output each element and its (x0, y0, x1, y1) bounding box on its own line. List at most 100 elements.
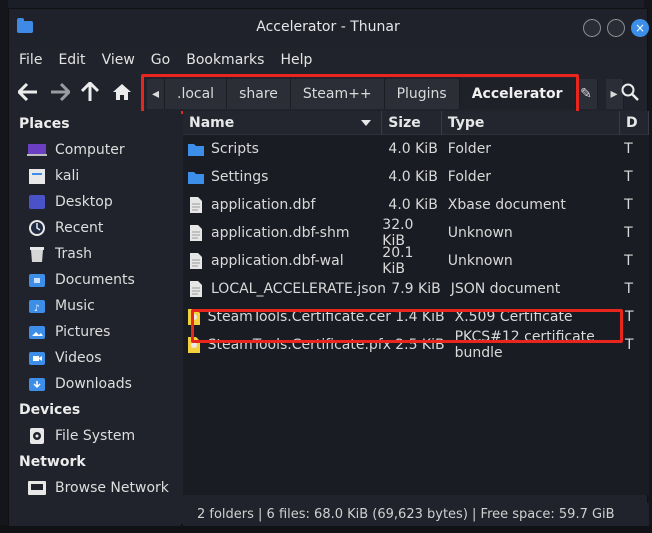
file-name: Settings (211, 169, 269, 185)
title-bar[interactable]: Accelerator - Thunar × (9, 9, 649, 47)
sidebar-item-label: Music (55, 298, 95, 314)
file-size: 2.5 KiB (395, 337, 445, 353)
computer-icon (27, 141, 47, 159)
maximize-button[interactable] (607, 19, 625, 37)
sort-descending-icon (361, 119, 372, 126)
column-header-size[interactable]: Size (382, 111, 442, 135)
downloads-icon (27, 375, 47, 393)
file-row[interactable]: LOCAL_ACCELERATE.json 7.9 KiB JSON docum… (183, 275, 649, 303)
file-name: application.dbf-wal (211, 253, 344, 269)
menu-help[interactable]: Help (280, 52, 312, 68)
file-date: T (624, 253, 633, 269)
file-row[interactable]: Scripts 4.0 KiB Folder T (183, 135, 649, 163)
trash-icon (27, 245, 47, 263)
file-row[interactable]: application.dbf-shm 32.0 KiB Unknown T (183, 217, 649, 249)
thunar-window: Accelerator - Thunar × File Edit View Go… (8, 8, 649, 526)
menu-file[interactable]: File (19, 52, 42, 68)
file-size: 4.0 KiB (388, 197, 438, 213)
network-heading: Network (19, 454, 86, 470)
sidebar-item-documents[interactable]: Documents (9, 267, 181, 293)
file-row[interactable]: application.dbf 4.0 KiB Xbase document T (183, 191, 649, 219)
column-header-row: Name Size Type D (183, 111, 649, 135)
window-title: Accelerator - Thunar (256, 19, 400, 35)
minimize-button[interactable] (583, 19, 601, 37)
sidebar-item-kali[interactable]: kali (9, 163, 181, 189)
search-icon (621, 83, 639, 101)
home-folder-icon (27, 167, 47, 185)
pictures-icon (27, 323, 47, 341)
menu-bar: File Edit View Go Bookmarks Help (9, 47, 647, 73)
sidebar-item-label: Videos (55, 350, 102, 366)
file-type: Folder (447, 169, 492, 185)
arrow-up-icon (81, 82, 99, 101)
file-name: application.dbf (211, 197, 316, 213)
sidebar-item-label: File System (55, 428, 136, 444)
menu-go[interactable]: Go (151, 52, 170, 68)
recent-icon (27, 219, 47, 237)
file-type: X.509 Certificate (454, 309, 573, 325)
svg-text:♪: ♪ (34, 304, 40, 314)
sidebar-item-music[interactable]: ♪ Music (9, 293, 181, 319)
arrow-left-icon (18, 83, 37, 101)
sidebar-item-label: kali (55, 168, 80, 184)
file-type: PKCS#12 certificate bundle (454, 329, 595, 361)
sidebar-item-computer[interactable]: Computer (9, 137, 181, 163)
file-date: T (624, 281, 634, 297)
file-type: Unknown (447, 253, 513, 269)
arrow-right-icon (51, 83, 70, 101)
sidebar-item-trash[interactable]: Trash (9, 241, 181, 267)
column-header-name-label: Name (189, 114, 235, 131)
file-name-cell: Settings (183, 163, 382, 191)
forward-button[interactable] (47, 79, 73, 105)
file-row[interactable]: application.dbf-wal 20.1 KiB Unknown T (183, 245, 649, 277)
sidebar-item-desktop[interactable]: Desktop (9, 189, 181, 215)
file-row[interactable]: SteamTools.Certificate.cer 1.4 KiB X.509… (183, 303, 649, 331)
menu-view[interactable]: View (102, 52, 135, 68)
file-date: T (624, 141, 633, 157)
file-row[interactable]: Settings 4.0 KiB Folder T (183, 163, 649, 191)
file-name-cell: LOCAL_ACCELERATE.json (183, 275, 386, 303)
search-button[interactable] (617, 79, 643, 105)
file-size: 32.0 KiB (382, 217, 414, 249)
sidebar-item-videos[interactable]: Videos (9, 345, 181, 371)
file-name-cell: SteamTools.Certificate.pfx (183, 331, 391, 359)
file-size: 4.0 KiB (388, 141, 438, 157)
sidebar-item-pictures[interactable]: Pictures (9, 319, 181, 345)
file-date: T (624, 197, 633, 213)
sidebar-item-label: Documents (55, 272, 135, 288)
sidebar-item-label: Recent (55, 220, 104, 236)
column-header-name[interactable]: Name (183, 111, 383, 135)
menu-bookmarks[interactable]: Bookmarks (186, 52, 264, 68)
file-type: JSON document (450, 281, 561, 297)
network-icon (27, 479, 47, 497)
home-button[interactable] (109, 79, 135, 105)
sidebar-item-label: Desktop (55, 194, 113, 210)
sidebar-item-downloads[interactable]: Downloads (9, 371, 181, 397)
file-name-cell: application.dbf-wal (183, 247, 382, 275)
file-date: T (624, 225, 633, 241)
column-header-date[interactable]: D (620, 111, 649, 135)
file-row[interactable]: SteamTools.Certificate.pfx 2.5 KiB PKCS#… (183, 329, 649, 361)
path-annotation-box (141, 74, 579, 114)
menu-edit[interactable]: Edit (58, 52, 85, 68)
sidebar-item-browse-network[interactable]: Browse Network (9, 475, 181, 501)
file-name: SteamTools.Certificate.pfx (207, 337, 391, 353)
certificate-icon (187, 308, 202, 326)
side-pane: Places Computer kali Desktop Recent Tras… (9, 111, 181, 526)
file-size: 1.4 KiB (395, 309, 445, 325)
sidebar-item-label: Computer (55, 142, 125, 158)
file-list-view: Name Size Type D Scripts 4.0 KiB Folder … (183, 111, 649, 495)
file-name: SteamTools.Certificate.cer (207, 309, 391, 325)
home-icon (113, 84, 131, 100)
up-button[interactable] (77, 79, 103, 105)
file-icon (187, 196, 205, 214)
folder-icon (187, 168, 205, 186)
desktop-icon (27, 193, 47, 211)
back-button[interactable] (15, 79, 41, 105)
sidebar-item-file-system[interactable]: File System (9, 423, 181, 449)
file-name-cell: application.dbf-shm (183, 219, 382, 247)
music-icon: ♪ (27, 297, 47, 315)
column-header-type[interactable]: Type (442, 111, 620, 135)
close-button[interactable]: × (631, 19, 649, 37)
sidebar-item-recent[interactable]: Recent (9, 215, 181, 241)
